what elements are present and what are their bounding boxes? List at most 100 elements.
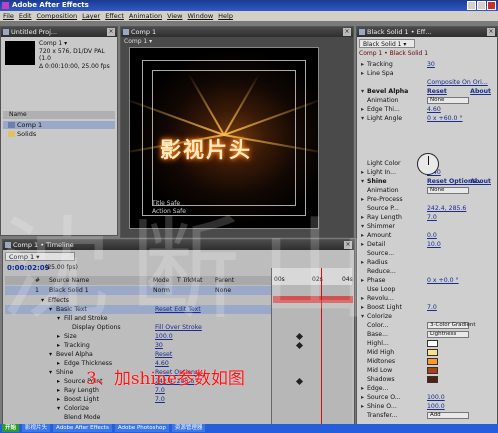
twirl-icon[interactable]: ▸: [57, 386, 60, 395]
close-icon[interactable]: ×: [107, 28, 115, 36]
twirl-icon[interactable]: ▾: [57, 404, 60, 413]
effect-param-row[interactable]: Animation None: [361, 186, 493, 195]
effect-param-row[interactable]: ▸ Edge...: [361, 384, 493, 393]
effect-param-row[interactable]: ▸ Source O... 100.0: [361, 393, 493, 402]
color-swatch[interactable]: [427, 376, 438, 383]
menu-file[interactable]: File: [3, 11, 14, 21]
timeline-property-row[interactable]: Display Options Fill Over Stroke: [5, 323, 271, 332]
effect-param-row[interactable]: [361, 132, 493, 141]
col-parent[interactable]: Parent: [215, 276, 234, 285]
twirl-icon[interactable]: ▾: [57, 314, 60, 323]
project-item-comp[interactable]: Comp 1: [3, 121, 115, 129]
comp-tab[interactable]: Comp 1 ▾: [124, 38, 152, 46]
effect-param-row[interactable]: [361, 141, 493, 150]
taskbar-item[interactable]: Adobe After Effects: [53, 424, 112, 432]
effect-param-row[interactable]: ▸ Line Spa: [361, 69, 493, 78]
timeline-property-row[interactable]: ▾ Fill and Stroke: [5, 314, 271, 323]
close-icon[interactable]: ×: [343, 28, 351, 36]
effect-param-row[interactable]: [361, 123, 493, 132]
effect-param-row[interactable]: ▸ Amount 0.0: [361, 231, 493, 240]
color-swatch[interactable]: [427, 358, 438, 365]
effect-controls-title[interactable]: Black Solid 1 • Eff... ×: [357, 27, 497, 37]
effect-param-row[interactable]: Animation None: [361, 96, 493, 105]
effect-param-value[interactable]: 10.0: [427, 240, 441, 249]
effect-param-row[interactable]: ▸ Shine O... 100.0: [361, 402, 493, 411]
effect-param-dropdown[interactable]: Lightness: [427, 331, 469, 338]
timeline-property-row[interactable]: ▸ Size 100.0: [5, 332, 304, 341]
effect-param-row[interactable]: Source P... 242.4, 285.6: [361, 204, 493, 213]
taskbar-item[interactable]: Adobe Photoshop: [114, 424, 169, 432]
timeline-property-row[interactable]: ▾ Basic Text Reset Edit Text: [5, 305, 271, 314]
twirl-icon[interactable]: ▸: [57, 377, 60, 386]
effect-param-dropdown[interactable]: 3-Color Gradient: [427, 322, 476, 329]
effect-param-value[interactable]: 0 x +60.0 °: [427, 114, 463, 123]
timeline-property-row[interactable]: Blend Mode: [5, 413, 271, 422]
effect-param-value[interactable]: 7.0: [427, 213, 437, 222]
composition-panel-title[interactable]: Comp 1 ×: [121, 27, 353, 37]
twirl-icon[interactable]: ▾: [49, 368, 52, 377]
effect-param-value[interactable]: Reset: [427, 87, 447, 96]
track-area[interactable]: [271, 285, 352, 430]
effect-param-value[interactable]: Composite On Ori...: [427, 78, 488, 87]
effect-param-row[interactable]: ▾ Light Angle 0 x +60.0 °: [361, 114, 493, 123]
layer-mode[interactable]: Norm: [153, 286, 170, 295]
about-link[interactable]: About: [470, 177, 491, 186]
current-time-indicator[interactable]: [321, 268, 322, 433]
effect-param-row[interactable]: ▾ Shimmer: [361, 222, 493, 231]
col-source-name[interactable]: Source Name: [49, 276, 89, 285]
menu-layer[interactable]: Layer: [82, 11, 100, 21]
effect-param-dropdown[interactable]: None: [427, 187, 469, 194]
effect-param-row[interactable]: Reduce...: [361, 267, 493, 276]
taskbar-item[interactable]: 影视片头: [22, 424, 51, 432]
twirl-icon[interactable]: ▸: [57, 332, 60, 341]
effect-param-row[interactable]: Composite On Ori...: [361, 78, 493, 87]
effect-param-row[interactable]: ▸ Radius: [361, 258, 493, 267]
effect-param-row[interactable]: Mid Low: [361, 366, 493, 375]
timeline-property-row[interactable]: ▸ Tracking 30: [5, 341, 304, 350]
menu-view[interactable]: View: [167, 11, 182, 21]
light-angle-dial[interactable]: [417, 153, 439, 175]
timeline-property-row[interactable]: ▾ Colorize: [5, 404, 271, 413]
timeline-tab[interactable]: Comp 1 ▾: [5, 252, 75, 261]
layer-duration-bar[interactable]: [273, 296, 353, 303]
effect-param-row[interactable]: Shadows: [361, 375, 493, 384]
effect-param-dropdown[interactable]: None: [427, 97, 469, 104]
effect-param-row[interactable]: ▸ Ray Length 7.0: [361, 213, 493, 222]
maximize-button[interactable]: [477, 1, 486, 10]
minimize-button[interactable]: [467, 1, 476, 10]
start-button[interactable]: 开始: [2, 424, 20, 432]
timeline-property-row[interactable]: ▾ Bevel Alpha Reset: [5, 350, 271, 359]
effect-param-value[interactable]: 4.60: [427, 105, 441, 114]
effect-param-value[interactable]: 242.4, 285.6: [427, 204, 466, 213]
effect-param-row[interactable]: Highl...: [361, 339, 493, 348]
effect-param-row[interactable]: Base... Lightness: [361, 330, 493, 339]
project-column-header[interactable]: Name: [3, 111, 115, 119]
effect-param-row[interactable]: ▸ Tracking 30: [361, 60, 493, 69]
property-value[interactable]: 30: [155, 341, 163, 350]
about-link[interactable]: About: [470, 87, 491, 96]
composition-canvas[interactable]: 影视片头 Title Safe Action Safe: [129, 47, 319, 229]
current-time-display[interactable]: 0:00:02:09: [7, 264, 50, 272]
twirl-icon[interactable]: ▸: [57, 359, 60, 368]
close-button[interactable]: [487, 1, 496, 10]
property-value[interactable]: Fill Over Stroke: [155, 323, 202, 332]
project-item-solids[interactable]: Solids: [3, 130, 115, 138]
effect-param-row[interactable]: ▸ Phase 0 x +0.0 °: [361, 276, 493, 285]
close-icon[interactable]: ×: [344, 241, 352, 249]
twirl-icon[interactable]: ▸: [57, 395, 60, 404]
effect-param-row[interactable]: ▸ Pre-Process: [361, 195, 493, 204]
effect-param-row[interactable]: ▸ Edge Thi... 4.60: [361, 105, 493, 114]
col-trkmat[interactable]: T TrkMat: [177, 276, 203, 285]
effect-param-value[interactable]: 30: [427, 60, 435, 69]
property-value[interactable]: 100.0: [155, 332, 173, 341]
twirl-icon[interactable]: ▸: [57, 341, 60, 350]
menu-window[interactable]: Window: [188, 11, 214, 21]
effect-param-value[interactable]: 100.0: [427, 402, 445, 411]
color-swatch[interactable]: [427, 340, 438, 347]
effect-param-row[interactable]: ▸ Boost Light 7.0: [361, 303, 493, 312]
time-ruler[interactable]: 00s 02s 04s: [271, 268, 353, 285]
effect-param-value[interactable]: 7.0: [427, 303, 437, 312]
effect-param-value[interactable]: 100.0: [427, 393, 445, 402]
close-icon[interactable]: ×: [487, 28, 495, 36]
property-value[interactable]: 7.0: [155, 395, 165, 404]
